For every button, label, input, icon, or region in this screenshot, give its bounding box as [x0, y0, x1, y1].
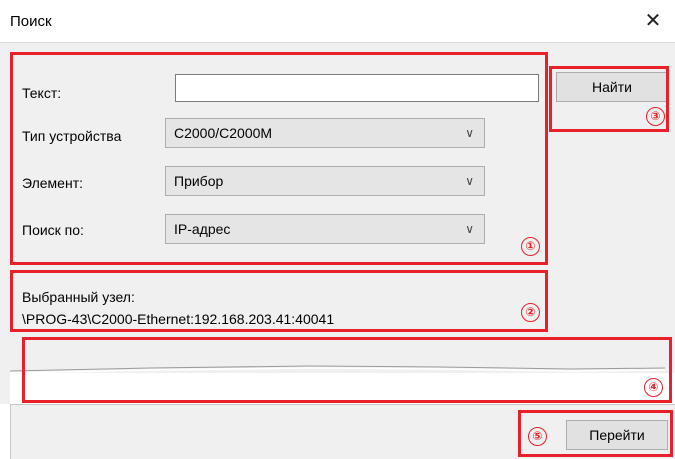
annotation-box-2 — [10, 270, 548, 332]
annotation-badge-1: ① — [521, 237, 540, 256]
annotation-box-4 — [22, 337, 672, 403]
search-dialog: Поиск ✕ Текст: Тип устройства С2000/С200… — [0, 0, 675, 459]
title-bar: Поиск ✕ — [0, 0, 675, 43]
annotation-badge-5: ⑤ — [528, 427, 547, 446]
close-icon[interactable]: ✕ — [631, 0, 675, 42]
left-border — [0, 404, 11, 459]
annotation-badge-3: ③ — [646, 107, 665, 126]
window-title: Поиск — [10, 13, 52, 30]
annotation-badge-2: ② — [521, 303, 540, 322]
annotation-box-1 — [10, 52, 548, 265]
annotation-badge-4: ④ — [644, 378, 663, 397]
